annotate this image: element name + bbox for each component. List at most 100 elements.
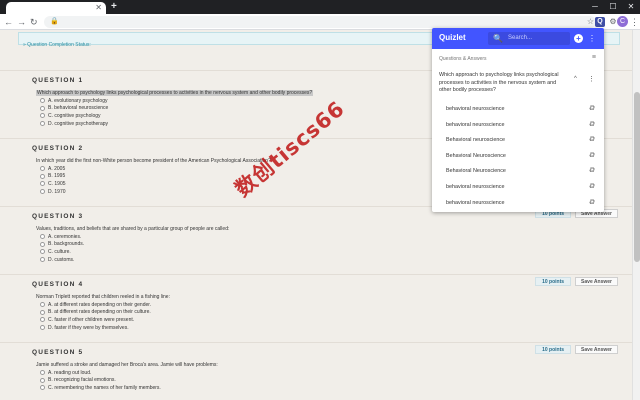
radio-button[interactable] — [40, 385, 45, 391]
answer-option[interactable]: B. recognizing facial emotions. — [40, 377, 161, 385]
answer-label: B. recognizing facial emotions. — [48, 377, 116, 384]
save-answer-button[interactable]: Save Answer — [575, 277, 618, 286]
collapse-icon[interactable]: ^ — [574, 76, 577, 82]
radio-button[interactable] — [40, 105, 45, 111]
copy-icon[interactable]: ⧉ — [589, 167, 594, 175]
copy-icon[interactable]: ⧉ — [589, 152, 594, 160]
reload-icon[interactable]: ↻ — [30, 15, 38, 29]
browser-tab[interactable]: ✕ — [6, 2, 106, 14]
radio-button[interactable] — [40, 325, 45, 331]
answer-option[interactable]: A. at different rates depending on their… — [40, 301, 151, 309]
forward-icon[interactable]: → — [17, 15, 26, 29]
minimize-icon[interactable]: ─ — [586, 0, 604, 14]
more-options-icon[interactable]: ⋮ — [588, 32, 596, 45]
radio-button[interactable] — [40, 189, 45, 195]
radio-button[interactable] — [40, 257, 45, 263]
answer-text: behavioral neuroscience — [446, 121, 505, 128]
list-item[interactable]: Behavioral Neuroscience ⧉ — [432, 149, 604, 165]
radio-button[interactable] — [40, 249, 45, 255]
quizlet-search-input[interactable]: 🔍 Search... — [488, 32, 570, 45]
radio-button[interactable] — [40, 309, 45, 315]
radio-button[interactable] — [40, 241, 45, 247]
answer-text: Behavioral Neuroscience — [446, 168, 506, 175]
save-answer-button[interactable]: Save Answer — [575, 345, 618, 354]
answer-label: B. backgrounds. — [48, 241, 85, 248]
answer-option[interactable]: C. remembering the names of her family m… — [40, 384, 161, 392]
question-title: QUESTION 5 — [32, 349, 84, 356]
question-block-3: QUESTION 3 10 points Save Answer Values,… — [0, 206, 632, 274]
answer-option[interactable]: B. behavioral neuroscience — [40, 105, 108, 113]
radio-button[interactable] — [40, 377, 45, 383]
radio-button[interactable] — [40, 181, 45, 187]
question-block-5: QUESTION 5 10 points Save Answer Jamie s… — [0, 342, 632, 400]
answer-option[interactable]: A. 2005 — [40, 165, 66, 173]
answer-option[interactable]: B. 1995 — [40, 173, 66, 181]
copy-icon[interactable]: ⧉ — [589, 105, 594, 113]
answer-option[interactable]: C. faster if other children were present… — [40, 316, 151, 324]
answer-option[interactable]: D. cognitive psychotherapy — [40, 120, 108, 128]
copy-icon[interactable]: ⧉ — [589, 199, 594, 207]
answer-option[interactable]: D. faster if they were by themselves. — [40, 324, 151, 332]
list-item[interactable]: Behavioral neuroscience ⧉ — [432, 133, 604, 149]
radio-button[interactable] — [40, 370, 45, 376]
question-meta: 10 points Save Answer — [535, 277, 618, 286]
radio-button[interactable] — [40, 302, 45, 308]
browser-menu-icon[interactable]: ⋮ — [630, 15, 639, 29]
answer-label: C. culture. — [48, 248, 71, 255]
answer-label: A. at different rates depending on their… — [48, 301, 152, 308]
quizlet-extension-icon[interactable]: Q — [595, 17, 605, 27]
radio-button[interactable] — [40, 317, 45, 323]
list-item[interactable]: behavioral neuroscience ⧉ — [432, 118, 604, 134]
list-item[interactable]: behavioral neuroscience ⧉ — [432, 196, 604, 212]
page-scrollbar[interactable] — [632, 30, 640, 400]
question-text: Jamie suffered a stroke and damaged her … — [36, 362, 218, 368]
new-tab-icon[interactable]: + — [111, 1, 117, 13]
answer-option[interactable]: C. culture. — [40, 248, 84, 256]
radio-button[interactable] — [40, 98, 45, 104]
copy-icon[interactable]: ⧉ — [589, 183, 594, 191]
answer-option[interactable]: B. at different rates depending on their… — [40, 309, 151, 317]
radio-button[interactable] — [40, 113, 45, 119]
search-icon: 🔍 — [493, 34, 503, 43]
address-bar[interactable]: 🔒 ☆ — [44, 16, 596, 28]
window-close-icon[interactable]: ✕ — [622, 0, 640, 14]
bookmark-star-icon[interactable]: ☆ — [587, 16, 594, 28]
answer-option[interactable]: A. evolutionary psychology — [40, 97, 108, 105]
answer-label: A. ceremonies. — [48, 233, 82, 240]
maximize-icon[interactable]: ☐ — [604, 0, 622, 14]
radio-button[interactable] — [40, 173, 45, 179]
answer-option[interactable]: C. 1905 — [40, 180, 66, 188]
quizlet-panel: Quizlet 🔍 Search... + ⋮ Questions & Answ… — [432, 28, 604, 212]
answer-list: A. ceremonies. B. backgrounds. C. cultur… — [40, 233, 84, 263]
back-icon[interactable]: ← — [4, 15, 13, 29]
question-meta: 10 points Save Answer — [535, 345, 618, 354]
answer-results-list: behavioral neuroscience ⧉ behavioral neur… — [432, 102, 604, 211]
list-item[interactable]: Behavioral Neuroscience ⧉ — [432, 164, 604, 180]
answer-option[interactable]: A. ceremonies. — [40, 233, 84, 241]
tab-close-icon[interactable]: ✕ — [95, 2, 102, 14]
list-item[interactable]: behavioral neuroscience ⧉ — [432, 102, 604, 118]
add-icon[interactable]: + — [574, 34, 583, 43]
search-placeholder: Search... — [508, 35, 533, 41]
lock-icon[interactable]: 🔒 — [50, 16, 59, 28]
copy-icon[interactable]: ⧉ — [589, 121, 594, 129]
answer-option[interactable]: D. customs. — [40, 256, 84, 264]
radio-button[interactable] — [40, 121, 45, 127]
question-title: QUESTION 3 — [32, 213, 84, 220]
answer-option[interactable]: A. reading out loud. — [40, 369, 161, 377]
answer-option[interactable]: B. backgrounds. — [40, 241, 84, 249]
answer-list: A. evolutionary psychology B. behavioral… — [40, 97, 108, 127]
question-more-icon[interactable]: ⋮ — [588, 75, 595, 83]
answer-label: A. reading out loud. — [48, 369, 92, 376]
radio-button[interactable] — [40, 234, 45, 240]
radio-button[interactable] — [40, 166, 45, 172]
answer-option[interactable]: C. cognitive psychology — [40, 112, 108, 120]
answer-text: behavioral neuroscience — [446, 183, 505, 190]
profile-avatar[interactable]: C — [617, 16, 628, 27]
sort-icon[interactable]: ≡ — [592, 54, 596, 61]
answer-option[interactable]: D. 1970 — [40, 188, 66, 196]
answer-text: behavioral neuroscience — [446, 106, 505, 112]
copy-icon[interactable]: ⧉ — [589, 136, 594, 144]
scrollbar-thumb[interactable] — [634, 92, 640, 262]
list-item[interactable]: behavioral neuroscience ⧉ — [432, 180, 604, 196]
